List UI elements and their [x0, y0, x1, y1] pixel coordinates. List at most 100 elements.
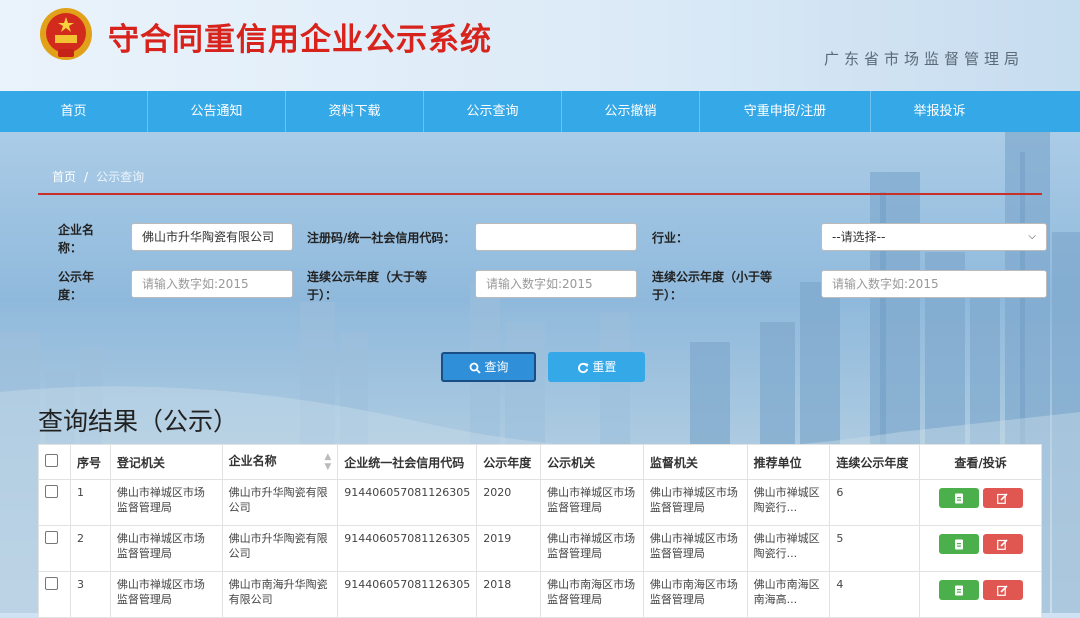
col-header-consecutive: 连续公示年度 — [829, 444, 921, 480]
cell-actions — [919, 571, 1042, 618]
cell-year: 2019 — [476, 525, 542, 572]
consecutive-gte-input[interactable]: 请输入数字如:2015 — [475, 270, 637, 298]
cell-registry: 佛山市禅城区市场监督管理局 — [109, 571, 223, 618]
edit-icon — [997, 538, 1008, 550]
divider — [38, 193, 1042, 195]
cell-supervisor: 佛山市南海区市场监督管理局 — [642, 571, 748, 618]
table-header-row: 序号 登记机关 企业名称 ▲ ▼ 企业统一社会信用代码 公示年度 公示机关 监督机关… — [38, 444, 1042, 480]
cell-registry: 佛山市禅城区市场监督管理局 — [109, 525, 223, 572]
row-checkbox-cell — [38, 525, 71, 572]
site-header: 守合同重信用企业公示系统 广东省市场监督管理局 — [0, 0, 1080, 91]
nav-downloads[interactable]: 资料下载 — [286, 91, 424, 132]
row-checkbox[interactable] — [45, 485, 58, 498]
row-checkbox-cell — [38, 571, 71, 618]
document-icon — [954, 539, 963, 549]
results-table: 序号 登记机关 企业名称 ▲ ▼ 企业统一社会信用代码 公示年度 公示机关 监督机关… — [38, 444, 1042, 618]
nav-public-query[interactable]: 公示查询 — [424, 91, 562, 132]
col-header-no: 序号 — [69, 444, 111, 480]
cell-recommender: 佛山市南海区南海高... — [746, 571, 831, 618]
cell-no: 1 — [69, 479, 111, 526]
col-header-supervisor: 监督机关 — [642, 444, 748, 480]
results-title: 查询结果（公示） — [38, 407, 239, 436]
reset-button[interactable]: 重置 — [548, 352, 645, 382]
cell-year: 2020 — [476, 479, 542, 526]
cell-consecutive: 6 — [829, 479, 921, 526]
cell-publisher: 佛山市南海区市场监督管理局 — [540, 571, 644, 618]
company-name-input[interactable]: 佛山市升华陶瓷有限公司 — [131, 223, 293, 251]
row-checkbox[interactable] — [45, 577, 58, 590]
site-title: 守合同重信用企业公示系统 — [108, 22, 492, 58]
year-label: 公示年 度： — [58, 270, 95, 302]
industry-selected-value: --请选择-- — [832, 230, 886, 244]
select-all-checkbox[interactable] — [45, 454, 58, 467]
complaint-button[interactable] — [982, 488, 1023, 508]
col-header-year: 公示年度 — [476, 444, 542, 480]
search-icon — [469, 362, 481, 374]
main-nav: 首页 公告通知 资料下载 公示查询 公示撤销 守重申报/注册 举报投诉 — [0, 91, 1080, 132]
edit-icon — [997, 492, 1008, 504]
table-row: 2 佛山市禅城区市场监督管理局 佛山市升华陶瓷有限公司 914406057081… — [38, 525, 1042, 572]
credit-code-input[interactable] — [475, 223, 637, 251]
query-button-label: 查询 — [484, 360, 509, 374]
document-icon — [954, 493, 963, 503]
nav-apply-register[interactable]: 守重申报/注册 — [700, 91, 871, 132]
nav-home[interactable]: 首页 — [0, 91, 148, 132]
cell-company: 佛山市南海升华陶瓷有限公司 — [221, 571, 339, 618]
chevron-down-icon: ⌵ — [1028, 231, 1036, 242]
table-row: 3 佛山市禅城区市场监督管理局 佛山市南海升华陶瓷有限公司 9144060570… — [38, 571, 1042, 618]
consecutive-lte-label: 连续公示年度（小于等 于）： — [652, 270, 773, 302]
year-input[interactable]: 请输入数字如:2015 — [131, 270, 293, 298]
nav-revocation[interactable]: 公示撤销 — [562, 91, 700, 132]
cell-year: 2018 — [476, 571, 542, 618]
cell-publisher: 佛山市禅城区市场监督管理局 — [540, 525, 644, 572]
cell-credit-code: 914406057081126305 — [337, 525, 478, 572]
cell-publisher: 佛山市禅城区市场监督管理局 — [540, 479, 644, 526]
col-header-registry: 登记机关 — [109, 444, 223, 480]
view-button[interactable] — [938, 534, 979, 554]
national-emblem-icon — [40, 8, 92, 60]
cell-credit-code: 914406057081126305 — [337, 479, 478, 526]
view-button[interactable] — [938, 580, 979, 600]
cell-credit-code: 914406057081126305 — [337, 571, 478, 618]
cell-actions — [919, 525, 1042, 572]
company-name-label: 企业名 称： — [58, 223, 95, 255]
reset-button-label: 重置 — [592, 360, 617, 374]
table-row: 1 佛山市禅城区市场监督管理局 佛山市升华陶瓷有限公司 914406057081… — [38, 479, 1042, 526]
view-button[interactable] — [938, 488, 979, 508]
consecutive-gte-label: 连续公示年度（大于等 于）： — [307, 270, 428, 302]
nav-complaints[interactable]: 举报投诉 — [871, 91, 1008, 132]
credit-code-label: 注册码/统一社会信用代码： — [307, 231, 456, 245]
cell-consecutive: 4 — [829, 571, 921, 618]
row-checkbox[interactable] — [45, 531, 58, 544]
complaint-button[interactable] — [982, 580, 1023, 600]
cell-no: 2 — [69, 525, 111, 572]
cell-supervisor: 佛山市禅城区市场监督管理局 — [642, 525, 748, 572]
row-checkbox-cell — [38, 479, 71, 526]
col-header-credit-code: 企业统一社会信用代码 — [337, 444, 478, 480]
breadcrumb-separator: / — [84, 170, 89, 184]
edit-icon — [997, 584, 1008, 596]
col-header-recommender: 推荐单位 — [746, 444, 831, 480]
cell-no: 3 — [69, 571, 111, 618]
select-all-cell — [38, 444, 71, 480]
breadcrumb: 首页 / 公示查询 — [52, 168, 144, 185]
refresh-icon — [577, 362, 589, 373]
breadcrumb-current: 公示查询 — [96, 170, 145, 184]
consecutive-lte-input[interactable]: 请输入数字如:2015 — [821, 270, 1047, 298]
cell-registry: 佛山市禅城区市场监督管理局 — [109, 479, 223, 526]
authority-name: 广东省市场监督管理局 — [823, 50, 1024, 68]
query-button[interactable]: 查询 — [441, 352, 536, 382]
cell-recommender: 佛山市禅城区陶瓷行... — [746, 525, 831, 572]
cell-supervisor: 佛山市禅城区市场监督管理局 — [642, 479, 748, 526]
sort-icon: ▲ ▼ — [324, 452, 332, 472]
cell-actions — [919, 479, 1042, 526]
complaint-button[interactable] — [982, 534, 1023, 554]
breadcrumb-home[interactable]: 首页 — [52, 170, 76, 184]
col-header-actions: 查看/投诉 — [919, 444, 1042, 480]
cell-company: 佛山市升华陶瓷有限公司 — [221, 479, 339, 526]
nav-announcements[interactable]: 公告通知 — [148, 91, 286, 132]
cell-company: 佛山市升华陶瓷有限公司 — [221, 525, 339, 572]
industry-select[interactable]: --请选择-- ⌵ — [821, 223, 1047, 251]
col-header-company[interactable]: 企业名称 ▲ ▼ — [221, 444, 339, 480]
col-header-publisher: 公示机关 — [540, 444, 644, 480]
